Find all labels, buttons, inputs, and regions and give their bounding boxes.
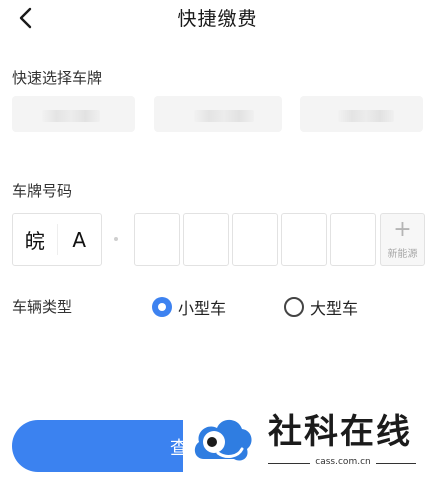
radio-large-car[interactable]: 大型车 xyxy=(284,295,358,319)
province-city-box: 皖 A xyxy=(12,213,102,266)
blurred-plate-text xyxy=(194,110,254,122)
plus-icon: + xyxy=(393,217,412,242)
watermark-url: cass.com.cn xyxy=(315,457,371,467)
page-title: 快捷缴费 xyxy=(177,8,258,30)
separator-dot xyxy=(114,237,118,241)
watermark-rule-left xyxy=(268,463,310,464)
plate-digit-1[interactable] xyxy=(134,213,180,266)
blurred-plate-text xyxy=(42,110,100,122)
radio-unchecked-icon xyxy=(284,297,304,317)
city-letter-selector[interactable]: A xyxy=(58,214,102,265)
watermark-rule-right xyxy=(376,463,416,464)
plate-digit-4[interactable] xyxy=(281,213,327,266)
plate-digit-2[interactable] xyxy=(183,213,229,266)
header-bar: 快捷缴费 xyxy=(0,0,435,38)
new-energy-button[interactable]: + 新能源 xyxy=(380,213,425,266)
radio-checked-icon xyxy=(152,297,172,317)
radio-large-car-label: 大型车 xyxy=(310,299,359,318)
plate-digit-3[interactable] xyxy=(232,213,278,266)
plate-digit-5[interactable] xyxy=(330,213,376,266)
quick-plate-3[interactable] xyxy=(300,96,423,132)
radio-small-car[interactable]: 小型车 xyxy=(152,295,226,319)
plate-number-label: 车牌号码 xyxy=(12,182,73,200)
quick-plate-1[interactable] xyxy=(12,96,135,132)
vehicle-type-label: 车辆类型 xyxy=(12,298,73,316)
cloud-logo-icon xyxy=(194,419,252,461)
province-selector[interactable]: 皖 xyxy=(13,214,57,265)
watermark-brand: 社科在线 xyxy=(268,412,412,452)
radio-small-car-label: 小型车 xyxy=(178,299,227,318)
back-button[interactable] xyxy=(8,2,44,34)
quick-select-label: 快速选择车牌 xyxy=(12,69,103,87)
chevron-left-icon xyxy=(19,7,32,29)
quick-plate-2[interactable] xyxy=(154,96,282,132)
blurred-plate-text xyxy=(338,110,394,122)
new-energy-label: 新能源 xyxy=(387,249,418,260)
